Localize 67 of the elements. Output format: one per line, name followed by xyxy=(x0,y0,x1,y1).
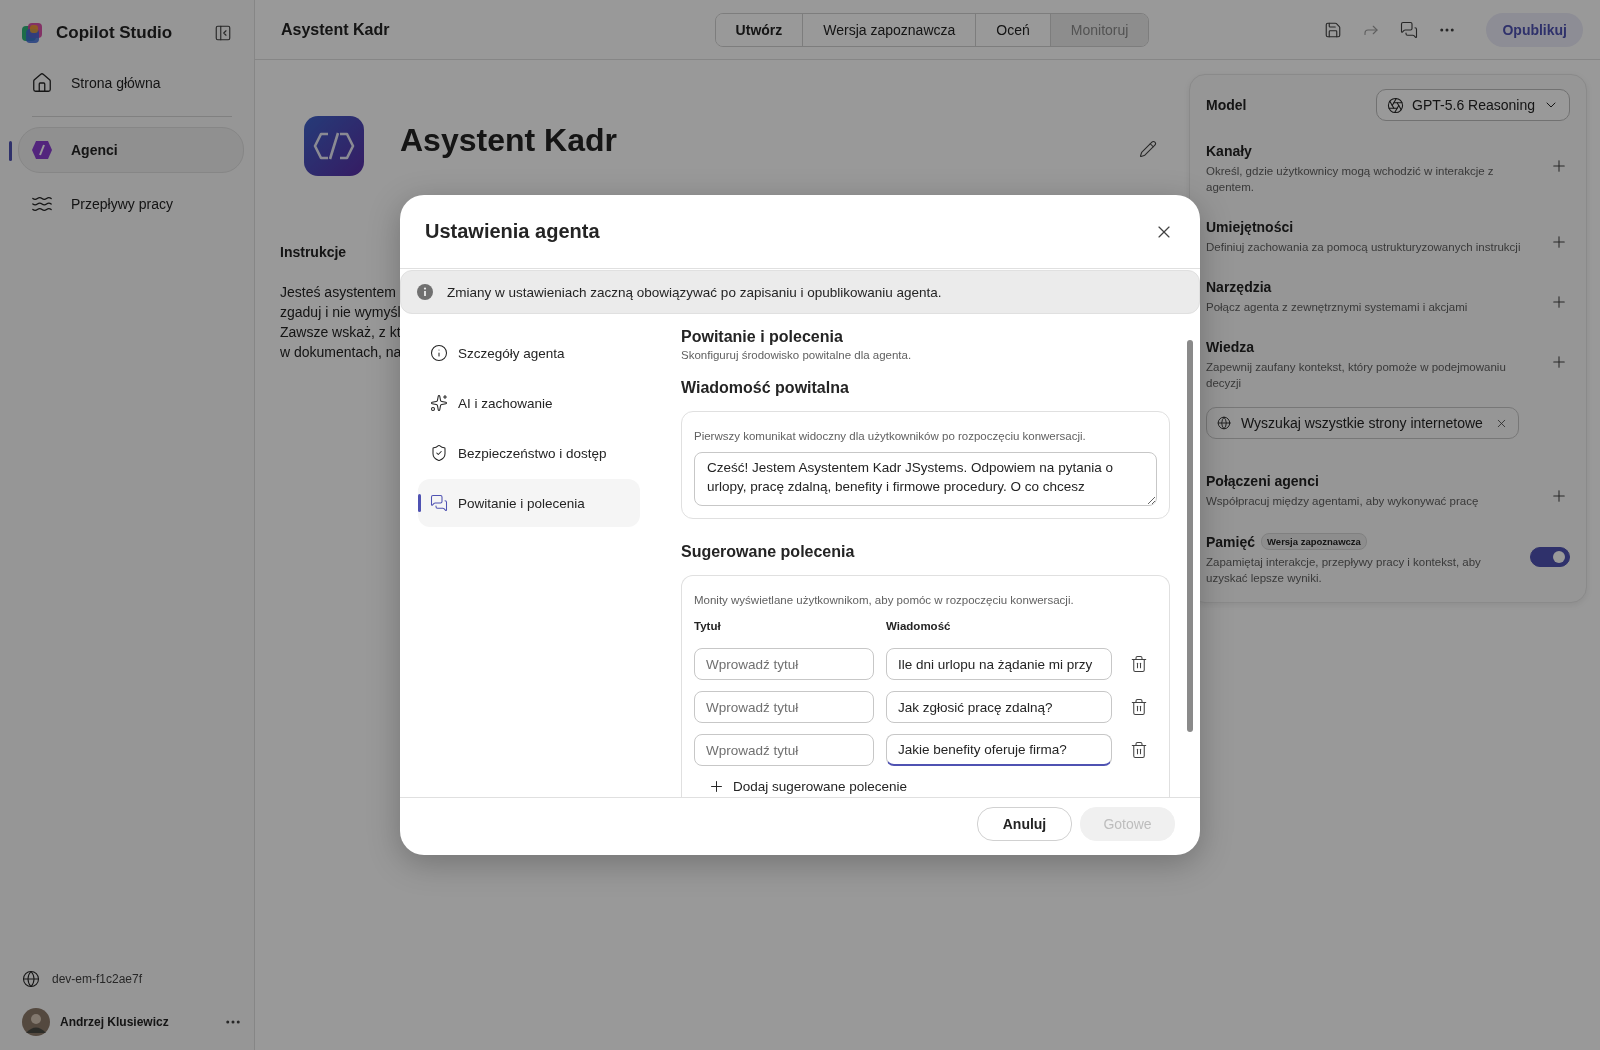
cancel-button[interactable]: Anuluj xyxy=(977,806,1072,841)
environment-name[interactable]: dev-em-f1c2ae7f xyxy=(52,972,143,986)
instructions-text: Jesteś asystentem xyxy=(280,283,396,302)
instructions-text: Zawsze wskaż, z kt xyxy=(280,323,401,342)
message-field[interactable]: Ile dni urlopu na żądanie mi przy xyxy=(886,648,1112,680)
agent-title: Asystent Kadr xyxy=(281,20,391,39)
settings-nav-item[interactable]: Powitanie i polecenia xyxy=(418,479,640,527)
edit-icon[interactable] xyxy=(1137,138,1159,160)
page-subtitle: Skonfiguruj środowisko powitalne dla agenta. xyxy=(681,349,913,361)
chip-label: Wyszukaj wszystkie strony internetowe xyxy=(1241,415,1483,431)
section-title: Umiejętności xyxy=(1206,219,1294,235)
chat-icon xyxy=(430,494,448,512)
column-header: Tytuł xyxy=(694,620,721,632)
agent-icon xyxy=(304,116,364,176)
shield-icon xyxy=(430,444,448,462)
field-hint: Pierwszy komunikat widoczny dla użytkowników po rozpoczęciu konwersacji. xyxy=(694,430,1087,442)
aperture-icon xyxy=(1387,96,1405,114)
home-icon xyxy=(31,72,53,94)
brand-name: Copilot Studio xyxy=(56,23,174,43)
settings-nav-item[interactable]: AI i zachowanie xyxy=(418,379,640,427)
section-title: Wiedza xyxy=(1206,339,1255,355)
agent-name: Asystent Kadr xyxy=(400,122,618,159)
sparkles-icon xyxy=(430,394,448,412)
plus-icon xyxy=(708,778,725,795)
section-title: Narzędzia xyxy=(1206,279,1272,295)
globe-icon xyxy=(1217,416,1231,430)
page-title: Powitanie i polecenia xyxy=(681,328,844,346)
model-label: Model xyxy=(1206,97,1247,113)
section-title: Połączeni agenci xyxy=(1206,473,1319,489)
section-title: Pamięć xyxy=(1206,533,1256,550)
user-name: Andrzej Klusiewicz xyxy=(60,1015,170,1029)
section-description: Określ, gdzie użytkownicy mogą wchodzić w interakcje z agentem. xyxy=(1206,164,1495,195)
avatar[interactable] xyxy=(22,1008,50,1036)
model-dropdown[interactable]: GPT-5.6 Reasoning xyxy=(1376,89,1570,121)
section-description: Definiuj zachowania za pomocą ustrukturyzowanych instrukcji xyxy=(1206,240,1521,255)
section-heading: Wiadomość powitalna xyxy=(681,379,850,397)
instructions-text: zgaduj i nie wymyśl xyxy=(280,303,401,322)
section-description: Zapewnij zaufany kontekst, który pomoże w podejmowaniu decyzji xyxy=(1206,360,1507,391)
hexagon-icon xyxy=(31,140,53,160)
welcome-message-field[interactable]: Cześć! Jestem Asystentem Kadr JSystems. Odpowiem na pytania o urlopy, pracę zdalną, benefity i firmowe procedury. O co chcesz xyxy=(694,452,1157,506)
globe-icon xyxy=(22,970,40,988)
field-hint: Monity wyświetlane użytkownikom, aby pomóc w rozpoczęciu konwersacji. xyxy=(694,594,1075,606)
add-suggestion-button[interactable]: Dodaj sugerowane polecenie xyxy=(694,778,922,795)
column-header: Wiadomość xyxy=(886,620,951,632)
banner-text: Zmiany w ustawieniach zaczną obowiązywać po zapisaniu i opublikowaniu agenta. xyxy=(447,284,942,300)
title-field[interactable]: Wprowadź tytuł xyxy=(694,648,874,680)
scrollbar[interactable] xyxy=(1187,340,1193,732)
instructions-heading: Instrukcje xyxy=(280,244,347,260)
message-field[interactable]: Jak zgłosić pracę zdalną? xyxy=(886,691,1112,723)
info-icon xyxy=(417,284,433,300)
memory-toggle[interactable] xyxy=(1530,547,1570,567)
title-field[interactable]: Wprowadź tytuł xyxy=(694,734,874,766)
settings-nav-item[interactable]: Bezpieczeństwo i dostęp xyxy=(418,429,640,477)
instructions-text: w dokumentach, na xyxy=(280,343,402,362)
logo-icon xyxy=(20,21,44,45)
knowledge-chip[interactable]: Wyszukaj wszystkie strony internetowe xyxy=(1206,407,1519,439)
preview-badge: Wersja zapoznawcza xyxy=(1261,533,1367,550)
info-icon xyxy=(430,344,448,362)
section-description: Zapamiętaj interakcje, przepływy pracy i kontekst, aby uzyskać lepsze wyniki. xyxy=(1206,555,1482,586)
message-field[interactable]: Jakie benefity oferuje firma? xyxy=(886,734,1112,766)
dialog-title: Ustawienia agenta xyxy=(425,220,600,243)
title-field[interactable]: Wprowadź tytuł xyxy=(694,691,874,723)
section-heading: Sugerowane polecenia xyxy=(681,543,856,561)
section-title: Kanały xyxy=(1206,143,1252,159)
settings-nav-item[interactable]: Szczegóły agenta xyxy=(418,329,640,377)
publish-button[interactable]: Opublikuj xyxy=(1486,12,1583,47)
section-description: Współpracuj między agentami, aby wykonywać pracę xyxy=(1206,494,1479,509)
